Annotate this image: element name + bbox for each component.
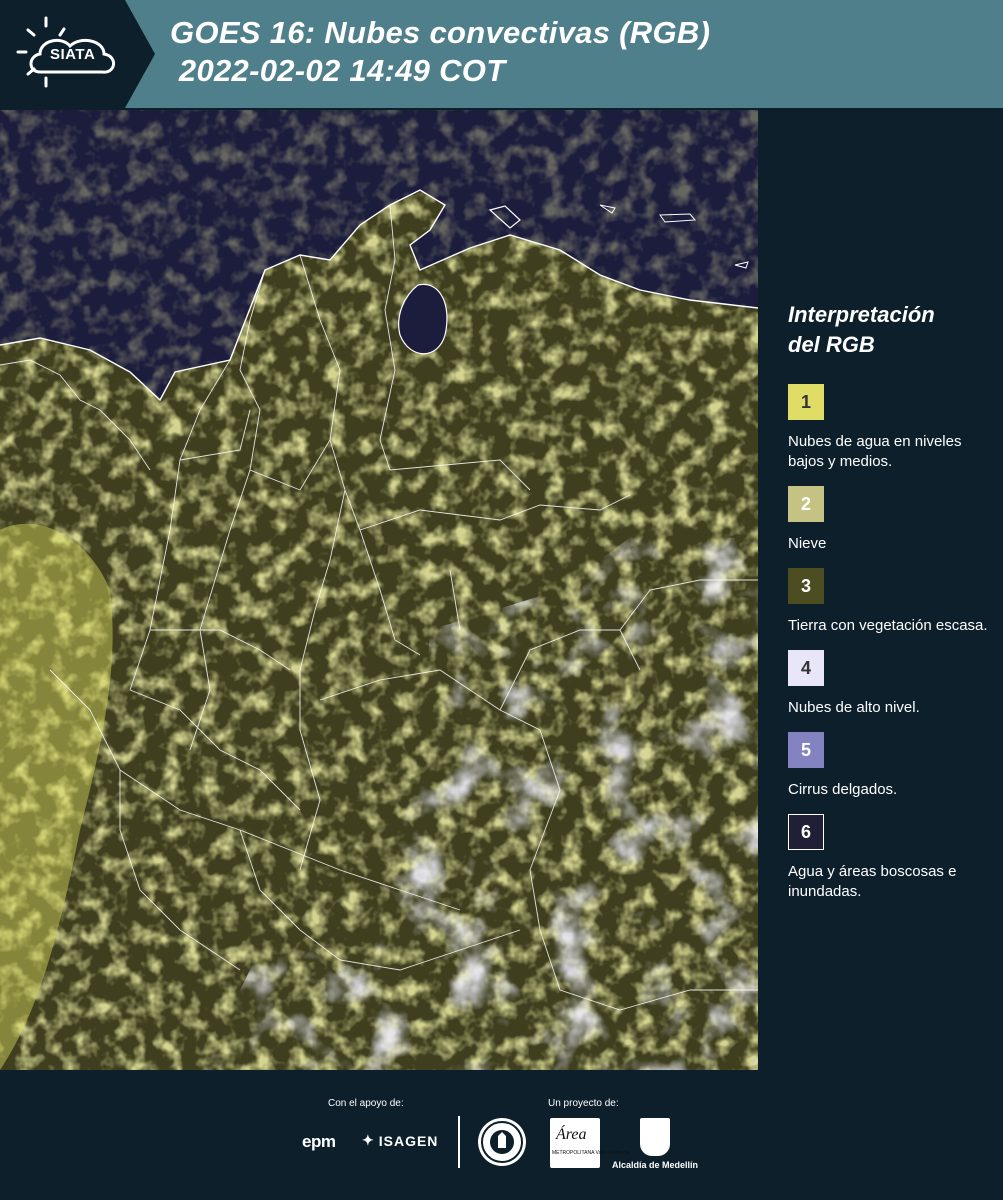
siata-logo-text: SIATA — [50, 46, 96, 63]
medellin-seal-icon[interactable] — [478, 1118, 526, 1166]
legend-description: Nubes de agua en niveles bajos y medios. — [788, 433, 962, 470]
legend-item: 6 Agua y áreas boscosas e inundadas. — [788, 814, 993, 902]
legend-title-line1: Interpretación — [788, 302, 935, 327]
legend-item: 5 Cirrus delgados. — [788, 732, 993, 800]
page-title: GOES 16: Nubes convectivas (RGB) 2022-02… — [170, 14, 710, 90]
rgb-legend: Interpretación del RGB 1 Nubes de agua en… — [788, 300, 993, 916]
legend-swatch: 6 — [788, 814, 824, 850]
legend-swatch: 2 — [788, 486, 824, 522]
epm-logo[interactable]: epm — [302, 1132, 336, 1152]
isagen-logo[interactable]: ✦ ISAGEN — [362, 1132, 438, 1149]
support-label: Con el apoyo de: — [328, 1098, 404, 1109]
footer-divider — [458, 1116, 460, 1168]
project-label: Un proyecto de: — [548, 1098, 619, 1109]
alcaldia-shield-icon[interactable] — [640, 1118, 670, 1156]
isagen-label: ISAGEN — [378, 1132, 439, 1149]
legend-item: 1 Nubes de agua en niveles bajos y medios… — [788, 384, 993, 472]
area-logo-word: Área — [556, 1126, 587, 1143]
legend-item: 3 Tierra con vegetación escasa. — [788, 568, 993, 636]
isagen-icon: ✦ — [362, 1132, 375, 1148]
legend-swatch: 4 — [788, 650, 824, 686]
area-metropolitana-logo[interactable]: Área METROPOLITANA Valle de Aburrá — [550, 1118, 629, 1168]
legend-swatch: 3 — [788, 568, 824, 604]
legend-swatch: 1 — [788, 384, 824, 420]
legend-description: Agua y áreas boscosas e inundadas. — [788, 863, 957, 900]
legend-item: 2 Nieve — [788, 486, 993, 554]
legend-swatch: 5 — [788, 732, 824, 768]
page: SIATA GOES 16: Nubes convectivas (RGB) 2… — [0, 0, 1003, 1200]
seal-graphic — [481, 1121, 523, 1163]
title-timestamp: 2022-02-02 14:49 COT — [170, 53, 506, 88]
footer: Con el apoyo de: Un proyecto de: epm ✦ I… — [0, 1072, 1003, 1200]
title-product: GOES 16: Nubes convectivas (RGB) — [170, 15, 711, 50]
alcaldia-label: Alcaldía de Medellín — [612, 1160, 699, 1170]
legend-title-line2: del RGB — [788, 332, 875, 357]
legend-description: Cirrus delgados. — [788, 781, 898, 798]
satellite-image-canvas — [0, 110, 758, 1070]
legend-description: Nubes de alto nivel. — [788, 699, 920, 716]
legend-items: 1 Nubes de agua en niveles bajos y medios… — [788, 384, 993, 902]
satellite-image[interactable] — [0, 110, 758, 1070]
legend-title: Interpretación del RGB — [788, 300, 993, 360]
area-logo-subtitle: METROPOLITANA Valle de Aburrá — [552, 1150, 630, 1156]
header-bar: SIATA GOES 16: Nubes convectivas (RGB) 2… — [0, 0, 1003, 108]
legend-description: Tierra con vegetación escasa. — [788, 617, 988, 634]
siata-logo[interactable]: SIATA — [0, 0, 155, 108]
legend-description: Nieve — [788, 535, 827, 552]
legend-item: 4 Nubes de alto nivel. — [788, 650, 993, 718]
